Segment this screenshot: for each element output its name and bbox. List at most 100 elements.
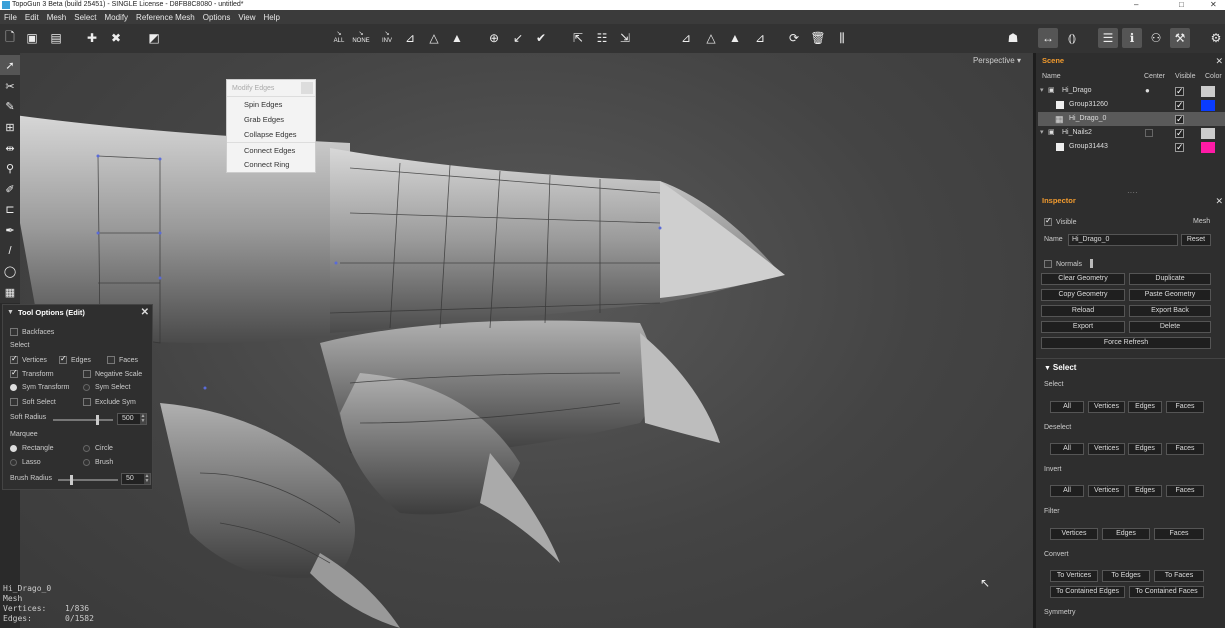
pen-tool-icon[interactable]: ✒ [0, 220, 20, 240]
grab-edges-item[interactable]: Grab Edges [227, 112, 315, 127]
brush-tool-icon[interactable]: ⚲ [0, 158, 20, 178]
select-all-button[interactable]: ↘ ALL [329, 28, 349, 48]
refresh-icon[interactable]: ⟳ [784, 28, 804, 48]
soft-select-checkbox[interactable]: Soft Select [10, 398, 56, 406]
tool-options-header[interactable]: ▼ Tool Options (Edit) ✕ [3, 305, 152, 320]
invert-edges-button[interactable]: Edges [1128, 485, 1162, 497]
transform-checkbox[interactable]: Transform [10, 368, 54, 378]
select-invert-button[interactable]: ↘ INV [377, 28, 397, 48]
camera-mode-dropdown[interactable]: Perspective ▾ [973, 56, 1021, 65]
draw-tool-icon[interactable]: ✎ [0, 96, 20, 116]
panel-splitter[interactable] [1033, 53, 1036, 628]
save-as-icon[interactable]: ▤ [46, 28, 66, 48]
border-select-icon[interactable]: ⇲ [615, 28, 635, 48]
scene-row-hi-drago[interactable]: ▾ ▣ Hi_Drago ● [1038, 84, 1225, 98]
soft-radius-spinner-icon[interactable]: ▲ ▼ [140, 414, 146, 424]
negative-scale-checkbox[interactable]: Negative Scale [83, 370, 142, 378]
visible-checkbox[interactable] [1175, 98, 1184, 112]
filter-faces-button[interactable]: Faces [1154, 528, 1204, 540]
soft-radius-slider-handle[interactable] [96, 415, 100, 425]
soft-radius-slider[interactable] [53, 415, 113, 425]
paint-tool-icon[interactable]: ✐ [0, 179, 20, 199]
menu-help[interactable]: Help [264, 13, 280, 22]
to-contained-edges-button[interactable]: To Contained Edges [1050, 586, 1125, 598]
visible-checkbox[interactable] [1175, 140, 1184, 154]
sym-transform-radio[interactable]: Sym Transform [10, 384, 69, 391]
select-vertices-icon[interactable]: ⊿ [400, 28, 420, 48]
cut-tool-icon[interactable]: ✂ [0, 76, 20, 96]
shrink-selection-icon[interactable]: ↙ [508, 28, 528, 48]
faces-checkbox[interactable]: Faces [107, 356, 138, 364]
menu-edit[interactable]: Edit [25, 13, 39, 22]
invert-vertices-button[interactable]: Vertices [1088, 485, 1125, 497]
scene-row-hi-drago-0[interactable]: ▦ Hi_Drago_0 [1038, 112, 1225, 126]
color-swatch[interactable] [1201, 86, 1215, 97]
bridge-tool-icon[interactable]: ⊞ [0, 117, 20, 137]
expand-arrow-icon[interactable]: ▾ [1040, 84, 1044, 98]
vertices-checkbox[interactable]: Vertices [10, 354, 47, 364]
scene-panel-icon[interactable]: ☰ [1098, 28, 1118, 48]
select-faces-button[interactable]: Faces [1166, 401, 1204, 413]
edit-tool-icon[interactable]: ➚ [0, 55, 20, 75]
ring-select-icon[interactable]: ☷ [592, 28, 612, 48]
close-icon[interactable]: ✕ [1210, 0, 1217, 10]
circle-radio[interactable]: Circle [83, 445, 113, 452]
brush-radio[interactable]: Brush [83, 459, 113, 466]
check-selection-icon[interactable]: ✔ [531, 28, 551, 48]
collapse-edges-item[interactable]: Collapse Edges [227, 127, 315, 142]
tools-icon[interactable]: ⚒ [1170, 28, 1190, 48]
normals-checkbox[interactable]: Normals [1044, 260, 1082, 268]
group-icon[interactable]: ⦅⦆ [1062, 28, 1082, 48]
soft-radius-input[interactable]: 500 ▲ ▼ [117, 413, 147, 425]
unhide-icon[interactable]: ⊿ [750, 28, 770, 48]
select-vertices-button[interactable]: Vertices [1088, 401, 1125, 413]
info-icon[interactable]: ℹ [1122, 28, 1142, 48]
reload-button[interactable]: Reload [1041, 305, 1125, 317]
invert-all-button[interactable]: All [1050, 485, 1084, 497]
minimize-icon[interactable]: – [1134, 0, 1138, 10]
delete-icon[interactable]: ✖ [106, 28, 126, 48]
center-checkbox[interactable] [1145, 129, 1153, 137]
close-icon[interactable]: ✕ [1215, 194, 1223, 208]
duplicate-button[interactable]: Duplicate [1129, 273, 1211, 285]
spin-edges-item[interactable]: Spin Edges [227, 97, 315, 112]
to-faces-button[interactable]: To Faces [1154, 570, 1204, 582]
scene-row-hi-nails2[interactable]: ▾ ▣ Hi_Nails2 [1038, 126, 1225, 140]
deselect-faces-button[interactable]: Faces [1166, 443, 1204, 455]
expand-arrow-icon[interactable]: ▾ [1040, 126, 1044, 140]
symmetry-icon[interactable]: ⫼ [832, 28, 852, 48]
filter-vertices-button[interactable]: Vertices [1050, 528, 1098, 540]
backfaces-checkbox[interactable]: Backfaces [10, 328, 54, 336]
menu-modify[interactable]: Modify [104, 13, 128, 22]
connect-edges-item[interactable]: Connect Edges [227, 142, 315, 157]
new-file-icon[interactable]: 🗋 [0, 28, 20, 48]
copy-geometry-button[interactable]: Copy Geometry [1041, 289, 1125, 301]
menu-reference-mesh[interactable]: Reference Mesh [136, 13, 195, 22]
circle-tool-icon[interactable]: ◯ [0, 261, 20, 281]
deselect-edges-button[interactable]: Edges [1128, 443, 1162, 455]
deselect-vertices-button[interactable]: Vertices [1088, 443, 1125, 455]
normals-slider-handle[interactable] [1090, 259, 1093, 268]
reset-button[interactable]: Reset [1181, 234, 1211, 246]
lasso-radio[interactable]: Lasso [10, 459, 41, 466]
select-edges-button[interactable]: Edges [1128, 401, 1162, 413]
scene-row-group31443[interactable]: Group31443 [1038, 140, 1225, 154]
select-all-button[interactable]: All [1050, 401, 1084, 413]
edges-checkbox[interactable]: Edges [59, 354, 91, 364]
close-icon[interactable]: ✕ [141, 305, 149, 320]
close-icon[interactable]: ✕ [1215, 54, 1223, 68]
hide-vertices-icon[interactable]: ⊿ [676, 28, 696, 48]
color-swatch[interactable] [1201, 100, 1215, 111]
brush-radius-spinner-icon[interactable]: ▲ ▼ [144, 474, 150, 484]
brush-radius-input[interactable]: 50 ▲ ▼ [121, 473, 151, 485]
delete-button[interactable]: Delete [1129, 321, 1211, 333]
export-back-button[interactable]: Export Back [1129, 305, 1211, 317]
deselect-all-button[interactable]: All [1050, 443, 1084, 455]
to-edges-button[interactable]: To Edges [1102, 570, 1150, 582]
brush-radius-slider-handle[interactable] [70, 475, 73, 485]
to-contained-faces-button[interactable]: To Contained Faces [1129, 586, 1204, 598]
expand-icon[interactable]: ↔ [1038, 28, 1058, 48]
rectangle-radio[interactable]: Rectangle [10, 445, 54, 452]
extend-tool-icon[interactable]: ⇹ [0, 138, 20, 158]
export-button[interactable]: Export [1041, 321, 1125, 333]
